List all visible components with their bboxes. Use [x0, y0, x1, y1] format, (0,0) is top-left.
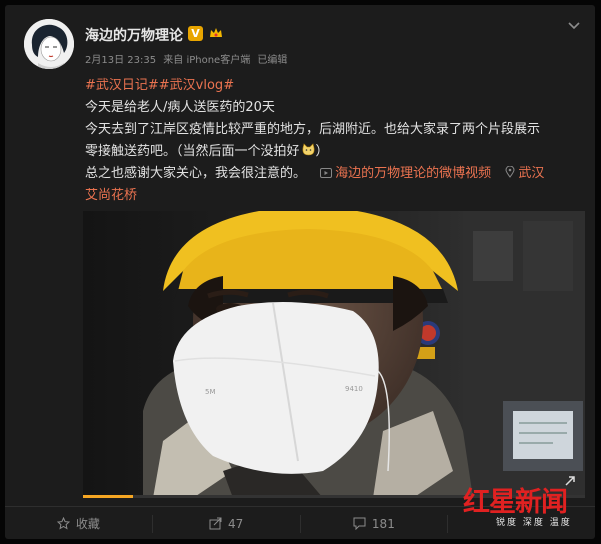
repost-count[interactable]: 47: [228, 517, 243, 531]
location-pin-icon: [505, 165, 515, 178]
watermark-brand: 红星新闻: [463, 487, 568, 518]
video-player[interactable]: 5M 9410: [83, 211, 585, 498]
video-progress-fill: [83, 495, 134, 498]
chevron-down-icon[interactable]: [568, 21, 580, 31]
star-icon: [56, 517, 70, 530]
video-link[interactable]: 海边的万物理论的微博视频: [320, 166, 491, 181]
repost-button[interactable]: 47: [153, 514, 301, 533]
favorite-label[interactable]: 收藏: [76, 515, 100, 532]
repost-icon: [209, 517, 222, 530]
hashtags[interactable]: #武汉日记##武汉vlog#: [85, 75, 590, 97]
username-link[interactable]: 海边的万物理论: [85, 25, 183, 45]
edited-label[interactable]: 已编辑: [257, 55, 287, 66]
brand-watermark: 红星新闻 锐度 深度 温度: [463, 478, 593, 534]
video-link-icon: [320, 168, 333, 178]
post-line: 今天去到了江岸区疫情比较严重的地方，后湖附近。也给大家录了两个片段展示: [85, 122, 541, 137]
post-date[interactable]: 2月13日 23:35: [85, 55, 156, 66]
post-line: 零接触送药吧。（当然后面一个没拍好 ）: [85, 141, 590, 163]
avatar[interactable]: [24, 19, 74, 69]
post-line-text: 总之也感谢大家关心，我会很注意的。: [85, 166, 307, 181]
location-link[interactable]: 武汉: [505, 165, 544, 181]
video-link-text[interactable]: 海边的万物理论的微博视频: [335, 166, 491, 181]
crown-badge-icon: [210, 28, 222, 37]
comment-icon: [353, 517, 366, 530]
weibo-post-card: 海边的万物理论 V 2月13日 23:35 来自 iPhone客户端 已编辑 #…: [5, 5, 595, 539]
post-meta: 2月13日 23:35 来自 iPhone客户端 已编辑: [85, 51, 291, 66]
svg-text:5M: 5M: [205, 388, 216, 396]
post-line: 今天是给老人/病人送医药的20天: [85, 100, 275, 115]
verified-badge-icon: V: [188, 26, 203, 41]
cat-emoji-icon: [302, 143, 314, 156]
close-paren: ）: [315, 144, 329, 159]
favorite-button[interactable]: 收藏: [5, 514, 153, 533]
watermark-slogan: 锐度 深度 温度: [496, 518, 572, 528]
location-city[interactable]: 武汉: [518, 166, 544, 181]
post-line-text: 零接触送药吧。（当然后面一个没拍好: [85, 144, 300, 159]
post-source: 来自 iPhone客户端: [163, 55, 251, 66]
svg-text:9410: 9410: [345, 385, 363, 393]
post-line-4: 总之也感谢大家关心，我会很注意的。 海边的万物理论的微博视频 武汉: [85, 163, 590, 185]
location-place[interactable]: 艾尚花桥: [85, 185, 590, 207]
post-text: #武汉日记##武汉vlog# 今天是给老人/病人送医药的20天 今天去到了江岸区…: [85, 75, 590, 207]
watermark-logo: 红星新闻: [463, 480, 568, 519]
comment-button[interactable]: 181: [301, 514, 449, 533]
video-frame-image: 5M 9410: [83, 211, 585, 498]
comment-count[interactable]: 181: [372, 517, 395, 531]
